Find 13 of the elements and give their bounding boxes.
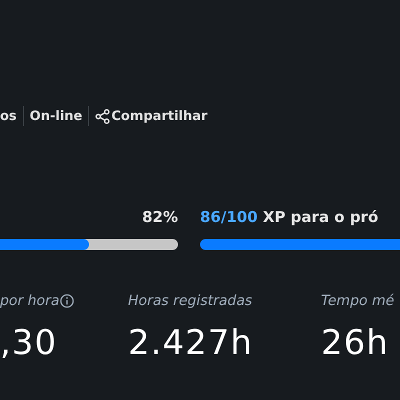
stat-label: Horas registradas xyxy=(128,293,252,309)
xp-text: 86/100 XP para o pró xyxy=(200,208,380,228)
stat-label: por hora xyxy=(0,293,60,309)
stat-value: 26h xyxy=(321,322,390,365)
share-link[interactable]: Compartilhar xyxy=(95,108,208,124)
progress-percent: 82% xyxy=(142,208,178,228)
profile-link[interactable]: os xyxy=(0,108,17,124)
stat-value: 2.427h xyxy=(128,322,254,365)
profile-link[interactable]: On-line xyxy=(30,108,82,124)
stat-value: ,30 xyxy=(0,322,58,365)
stat-label: Tempo mé xyxy=(321,293,394,309)
share-icon xyxy=(95,108,110,124)
info-icon[interactable] xyxy=(60,294,74,308)
